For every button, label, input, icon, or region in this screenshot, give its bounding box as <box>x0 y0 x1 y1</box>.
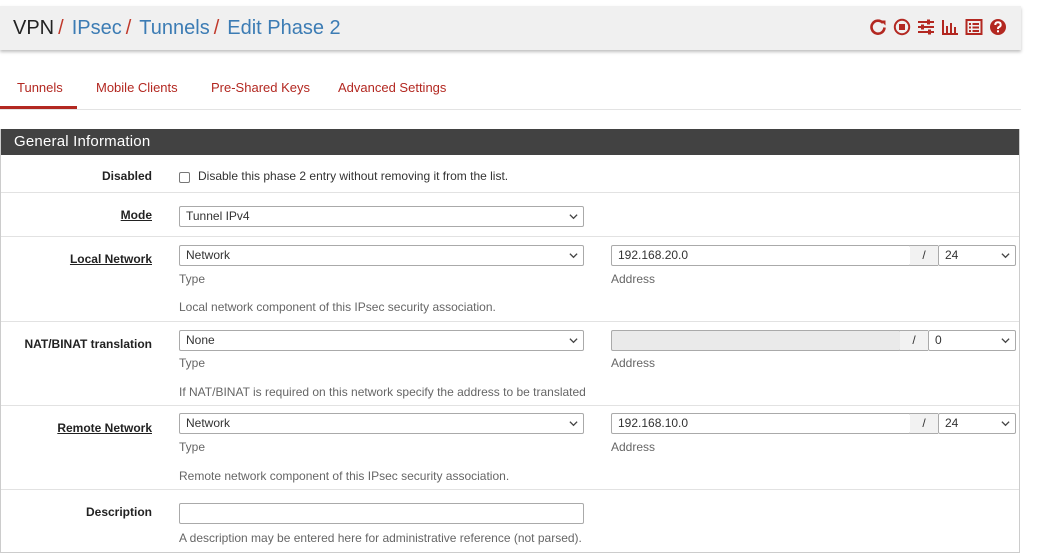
description-help: A description may be entered here for ad… <box>179 531 582 545</box>
tab-tunnels[interactable]: Tunnels <box>17 72 63 110</box>
local-network-row: Local Network Network Type 192.168.20.0 … <box>1 237 1019 322</box>
disabled-checkbox-text: Disable this phase 2 entry without remov… <box>198 169 509 183</box>
panel-title: General Information <box>1 129 1019 155</box>
description-row: Description A description may be entered… <box>1 490 1019 552</box>
remote-network-type-caption: Type <box>179 440 206 454</box>
nat-binat-mask-value: 0 <box>935 333 942 347</box>
list-icon[interactable] <box>965 18 983 36</box>
header-icon-bar <box>869 18 1007 36</box>
chevron-down-icon <box>569 253 578 259</box>
local-network-label[interactable]: Local Network <box>70 252 152 266</box>
remote-network-type-select[interactable]: Network <box>179 413 584 434</box>
chevron-down-icon <box>569 338 578 344</box>
local-network-mask-select[interactable]: 24 <box>938 245 1016 266</box>
remote-network-address-input[interactable]: 192.168.10.0 <box>611 413 911 434</box>
nat-binat-type-caption: Type <box>179 356 206 370</box>
description-input[interactable] <box>179 503 584 524</box>
disabled-checkbox[interactable] <box>179 172 190 183</box>
nat-binat-slash: / <box>900 330 928 351</box>
tab-bar: Tunnels Mobile Clients Pre-Shared Keys A… <box>0 72 1021 110</box>
chevron-down-icon <box>569 214 578 220</box>
tab-divider <box>0 109 1021 110</box>
mode-select[interactable]: Tunnel IPv4 <box>179 206 584 227</box>
local-network-type-value: Network <box>186 248 231 262</box>
remote-network-slash: / <box>910 413 938 434</box>
nat-binat-type-value: None <box>186 333 215 347</box>
tab-advanced-settings[interactable]: Advanced Settings <box>338 72 446 110</box>
breadcrumb-vpn: VPN <box>13 16 55 39</box>
chevron-down-icon <box>1001 421 1010 427</box>
remote-network-row: Remote Network Network Type 192.168.10.0… <box>1 406 1019 490</box>
breadcrumb: VPN / IPsec / Tunnels / Edit Phase 2 <box>0 17 341 40</box>
remote-network-label[interactable]: Remote Network <box>57 421 152 435</box>
disabled-row: Disabled Disable this phase 2 entry with… <box>1 155 1019 193</box>
nat-binat-label: NAT/BINAT translation <box>24 337 152 351</box>
breadcrumb-tunnels[interactable]: Tunnels <box>139 17 209 40</box>
remote-network-type-value: Network <box>186 416 231 430</box>
remote-network-mask-value: 24 <box>945 416 959 430</box>
remote-network-address-value: 192.168.10.0 <box>618 416 689 430</box>
general-information-panel: General Information Disabled Disable thi… <box>0 129 1020 553</box>
nat-binat-row: NAT/BINAT translation None Type / 0 Addr… <box>1 322 1019 406</box>
help-icon[interactable] <box>989 18 1007 36</box>
sliders-icon[interactable] <box>917 18 935 36</box>
disabled-label: Disabled <box>101 169 152 183</box>
mode-row: Mode Tunnel IPv4 <box>1 193 1019 237</box>
chevron-down-icon <box>1001 338 1010 344</box>
tab-pre-shared-keys[interactable]: Pre-Shared Keys <box>211 72 310 110</box>
tab-mobile-clients[interactable]: Mobile Clients <box>96 72 178 110</box>
nat-binat-type-select[interactable]: None <box>179 330 584 351</box>
mode-select-value: Tunnel IPv4 <box>186 209 250 223</box>
page-header: VPN / IPsec / Tunnels / Edit Phase 2 <box>0 6 1021 50</box>
reload-icon[interactable] <box>869 18 887 36</box>
chevron-down-icon <box>569 421 578 427</box>
nat-binat-address-input <box>611 330 901 351</box>
nat-binat-mask-select[interactable]: 0 <box>928 330 1016 351</box>
remote-network-help: Remote network component of this IPsec s… <box>179 469 510 483</box>
remote-network-mask-select[interactable]: 24 <box>938 413 1016 434</box>
local-network-address-input[interactable]: 192.168.20.0 <box>611 245 911 266</box>
local-network-slash: / <box>910 245 938 266</box>
breadcrumb-ipsec[interactable]: IPsec <box>72 17 122 40</box>
breadcrumb-separator: / <box>213 16 220 39</box>
remote-network-address-caption: Address <box>611 440 656 454</box>
mode-label[interactable]: Mode <box>121 208 152 222</box>
description-label: Description <box>85 505 152 519</box>
local-network-type-select[interactable]: Network <box>179 245 584 266</box>
local-network-address-caption: Address <box>611 272 656 286</box>
breadcrumb-separator: / <box>125 16 132 39</box>
local-network-type-caption: Type <box>179 272 206 286</box>
stop-icon[interactable] <box>893 18 911 36</box>
breadcrumb-separator: / <box>58 16 64 39</box>
local-network-mask-value: 24 <box>945 248 959 262</box>
chevron-down-icon <box>1001 253 1010 259</box>
breadcrumb-edit-phase2[interactable]: Edit Phase 2 <box>227 17 340 40</box>
local-network-help: Local network component of this IPsec se… <box>179 300 496 314</box>
local-network-address-value: 192.168.20.0 <box>618 248 689 262</box>
nat-binat-address-caption: Address <box>611 356 656 370</box>
nat-binat-help: If NAT/BINAT is required on this network… <box>179 385 586 399</box>
chart-icon[interactable] <box>941 18 959 36</box>
